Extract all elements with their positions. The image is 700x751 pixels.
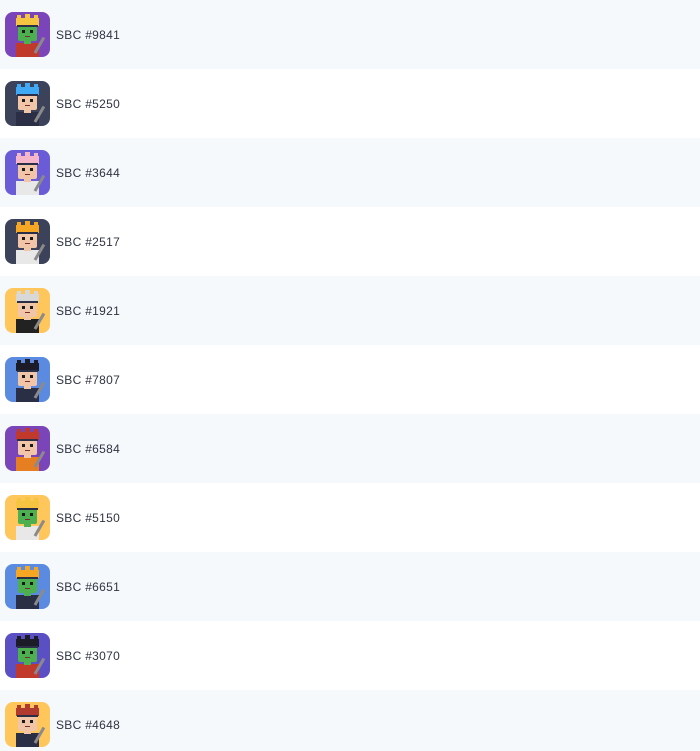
character-avatar-icon [5, 426, 50, 471]
list-item[interactable]: SBC #3644 [0, 138, 700, 207]
avatar [5, 150, 50, 195]
list-item[interactable]: SBC #2517 [0, 207, 700, 276]
avatar [5, 564, 50, 609]
item-name: SBC #5150 [56, 510, 121, 525]
item-name: SBC #6584 [56, 441, 121, 456]
item-name: SBC #2517 [56, 234, 121, 249]
item-name: SBC #1921 [56, 303, 121, 318]
avatar [5, 288, 50, 333]
item-name: SBC #7807 [56, 372, 121, 387]
character-avatar-icon [5, 702, 50, 747]
character-avatar-icon [5, 150, 50, 195]
avatar [5, 633, 50, 678]
avatar [5, 702, 50, 747]
avatar [5, 495, 50, 540]
avatar [5, 357, 50, 402]
character-avatar-icon [5, 357, 50, 402]
list-item[interactable]: SBC #6651 [0, 552, 700, 621]
list-item[interactable]: SBC #5250 [0, 69, 700, 138]
list-item[interactable]: SBC #9841 [0, 0, 700, 69]
avatar [5, 426, 50, 471]
item-name: SBC #3070 [56, 648, 121, 663]
character-avatar-icon [5, 219, 50, 264]
list-item[interactable]: SBC #3070 [0, 621, 700, 690]
avatar [5, 219, 50, 264]
list-item[interactable]: SBC #1921 [0, 276, 700, 345]
item-name: SBC #5250 [56, 96, 121, 111]
item-name: SBC #9841 [56, 27, 121, 42]
character-avatar-icon [5, 564, 50, 609]
list-item[interactable]: SBC #5150 [0, 483, 700, 552]
character-avatar-icon [5, 288, 50, 333]
item-name: SBC #4648 [56, 717, 121, 732]
character-avatar-icon [5, 633, 50, 678]
avatar [5, 12, 50, 57]
item-name: SBC #6651 [56, 579, 121, 594]
avatar [5, 81, 50, 126]
nft-list: SBC #9841 SBC #5250 SBC #3644 SBC #2517 SBC … [0, 0, 700, 751]
character-avatar-icon [5, 12, 50, 57]
list-item[interactable]: SBC #4648 [0, 690, 700, 751]
character-avatar-icon [5, 495, 50, 540]
item-name: SBC #3644 [56, 165, 121, 180]
list-item[interactable]: SBC #7807 [0, 345, 700, 414]
character-avatar-icon [5, 81, 50, 126]
list-item[interactable]: SBC #6584 [0, 414, 700, 483]
